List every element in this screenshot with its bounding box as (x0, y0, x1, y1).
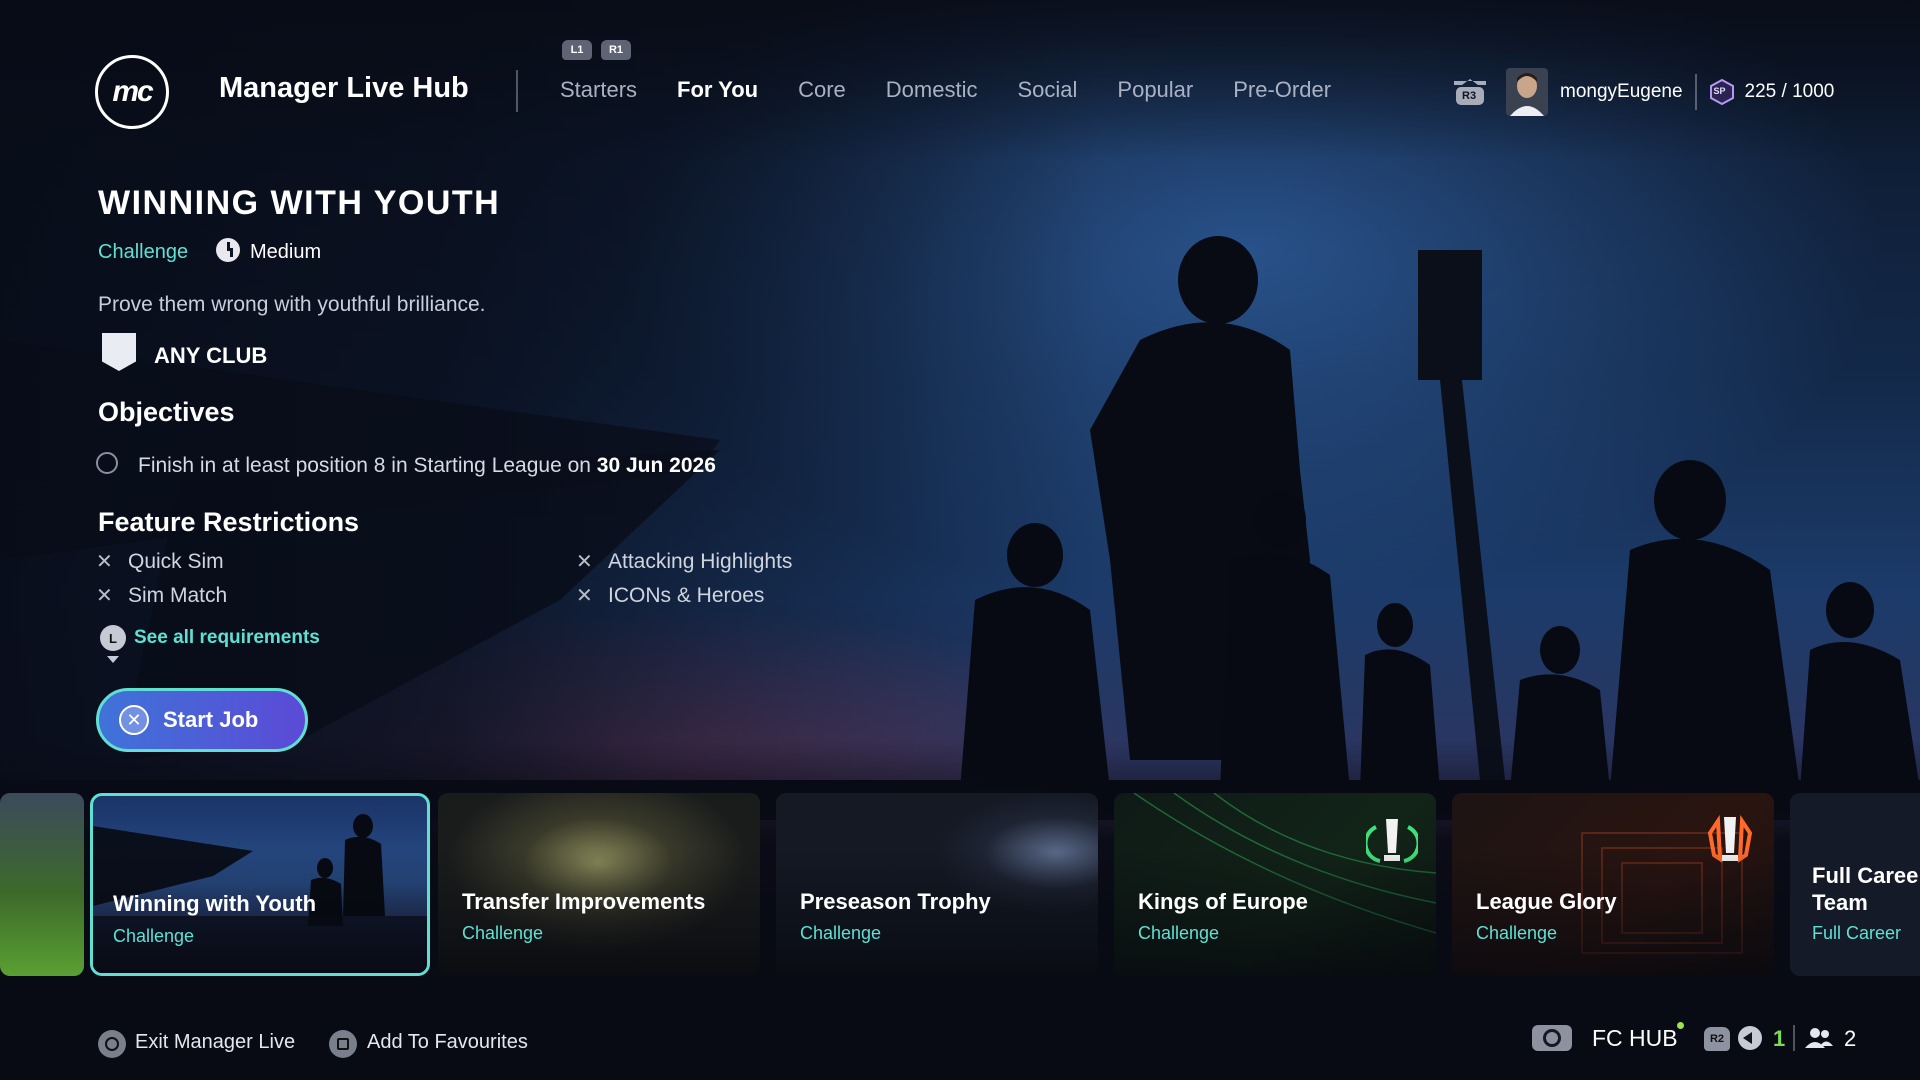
r1-bumper-icon[interactable]: R1 (601, 40, 631, 60)
x-icon: ✕ (576, 585, 593, 607)
restriction-label: ICONs & Heroes (608, 583, 765, 607)
objective-status-circle-icon (96, 452, 118, 474)
category-tabs: Starters For You Core Domestic Social Po… (560, 77, 1331, 103)
square-button-icon[interactable] (329, 1030, 357, 1058)
card-title: Preseason Trophy (800, 889, 991, 914)
card-title: Full Caree (1812, 863, 1919, 888)
r2-button-icon[interactable]: R2 (1704, 1027, 1730, 1051)
carousel-card-winning-with-youth[interactable]: Winning with Youth Challenge (90, 793, 430, 976)
friends-icon[interactable] (1804, 1026, 1834, 1050)
objectives-heading: Objectives (98, 397, 235, 427)
online-status-dot (1677, 1022, 1684, 1029)
restriction-item: ✕ Attacking Highlights (576, 549, 792, 574)
chat-count: 1 (1773, 1026, 1786, 1051)
cross-icon: ✕ (119, 705, 149, 735)
restriction-label: Sim Match (128, 583, 228, 607)
see-all-requirements-link[interactable]: See all requirements (134, 627, 320, 649)
start-job-button[interactable]: ✕ Start Job (96, 688, 308, 752)
tab-domestic[interactable]: Domestic (886, 77, 978, 103)
card-title: Transfer Improvements (462, 889, 706, 914)
objective-date: 30 Jun 2026 (596, 454, 716, 477)
card-title: Winning with Youth (113, 891, 317, 916)
carousel-card-kings-of-europe[interactable]: Kings of Europe Challenge (1114, 793, 1436, 976)
job-type: Challenge (98, 241, 189, 263)
sp-points-icon: SP (1709, 78, 1735, 106)
l1-bumper-icon[interactable]: L1 (562, 40, 592, 60)
restrictions-heading: Feature Restrictions (98, 507, 360, 537)
clock-icon (216, 238, 240, 262)
username: mongyEugene (1560, 81, 1683, 102)
card-title-line2: Team (1812, 890, 1868, 915)
difficulty-label: Medium (250, 241, 322, 263)
tab-core[interactable]: Core (798, 77, 846, 103)
start-job-label: Start Job (163, 707, 259, 732)
fc-hub-icon[interactable] (1532, 1025, 1572, 1051)
manager-live-logo-icon: mc (95, 55, 169, 129)
user-divider (1694, 74, 1697, 110)
r3-label: R3 (1462, 90, 1477, 102)
x-icon: ✕ (576, 551, 593, 573)
restriction-item: ✕ ICONs & Heroes (576, 583, 764, 608)
card-subtitle: Challenge (800, 923, 882, 943)
friends-count: 2 (1844, 1026, 1857, 1051)
add-to-favourites-label[interactable]: Add To Favourites (367, 1031, 528, 1054)
restriction-item: ✕ Quick Sim (96, 549, 224, 574)
tab-popular[interactable]: Popular (1117, 77, 1193, 103)
page-title: Manager Live Hub (219, 72, 469, 104)
tab-social[interactable]: Social (1017, 77, 1077, 103)
carousel-card-transfer-improvements[interactable]: Transfer Improvements Challenge (438, 793, 760, 976)
x-icon: ✕ (96, 551, 113, 573)
footer-divider (1793, 1025, 1795, 1051)
tab-starters[interactable]: Starters (560, 77, 637, 103)
fc-hub-label[interactable]: FC HUB (1592, 1025, 1678, 1052)
tab-for-you[interactable]: For You (677, 77, 758, 103)
tab-pre-order[interactable]: Pre-Order (1233, 77, 1331, 103)
down-arrow-icon (107, 656, 119, 663)
restriction-label: Quick Sim (128, 549, 224, 573)
carousel-card-preseason-trophy[interactable]: Preseason Trophy Challenge (776, 793, 1098, 976)
objective-text: Finish in at least position 8 in Startin… (138, 454, 716, 478)
card-title: Kings of Europe (1138, 889, 1308, 914)
x-icon: ✕ (96, 585, 113, 607)
restriction-item: ✕ Sim Match (96, 583, 227, 608)
restriction-label: Attacking Highlights (608, 549, 793, 573)
card-subtitle: Challenge (113, 926, 195, 946)
club-name: ANY CLUB (154, 343, 268, 368)
sp-points-value: 225 / 1000 (1744, 81, 1835, 102)
card-subtitle: Full Career (1812, 923, 1902, 943)
user-profile-area: R3 mongyEugene SP 225 / 1000 (1448, 68, 1834, 116)
l-stick-button-icon[interactable]: L (100, 625, 126, 651)
card-subtitle: Challenge (1138, 923, 1220, 943)
logo-text: mc (112, 75, 153, 108)
r3-button-icon[interactable]: R3 (1448, 75, 1492, 109)
sp-label: SP (1713, 86, 1726, 96)
header-divider (516, 70, 518, 112)
chat-icon[interactable] (1738, 1026, 1762, 1050)
carousel-card-partial[interactable] (0, 793, 84, 976)
job-title: WINNING WITH YOUTH (98, 184, 501, 222)
card-subtitle: Challenge (1476, 923, 1558, 943)
avatar[interactable] (1506, 68, 1548, 116)
card-title: League Glory (1476, 889, 1617, 914)
card-subtitle: Challenge (462, 923, 544, 943)
circle-button-icon[interactable] (98, 1030, 126, 1058)
exit-manager-live-label[interactable]: Exit Manager Live (135, 1031, 295, 1054)
carousel-card-full-career[interactable]: Full Caree Team Full Career (1790, 793, 1920, 976)
carousel-card-league-glory[interactable]: League Glory Challenge (1452, 793, 1774, 976)
objective-prefix: Finish in at least position 8 in Startin… (138, 454, 597, 477)
job-description: Prove them wrong with youthful brillianc… (98, 293, 486, 316)
